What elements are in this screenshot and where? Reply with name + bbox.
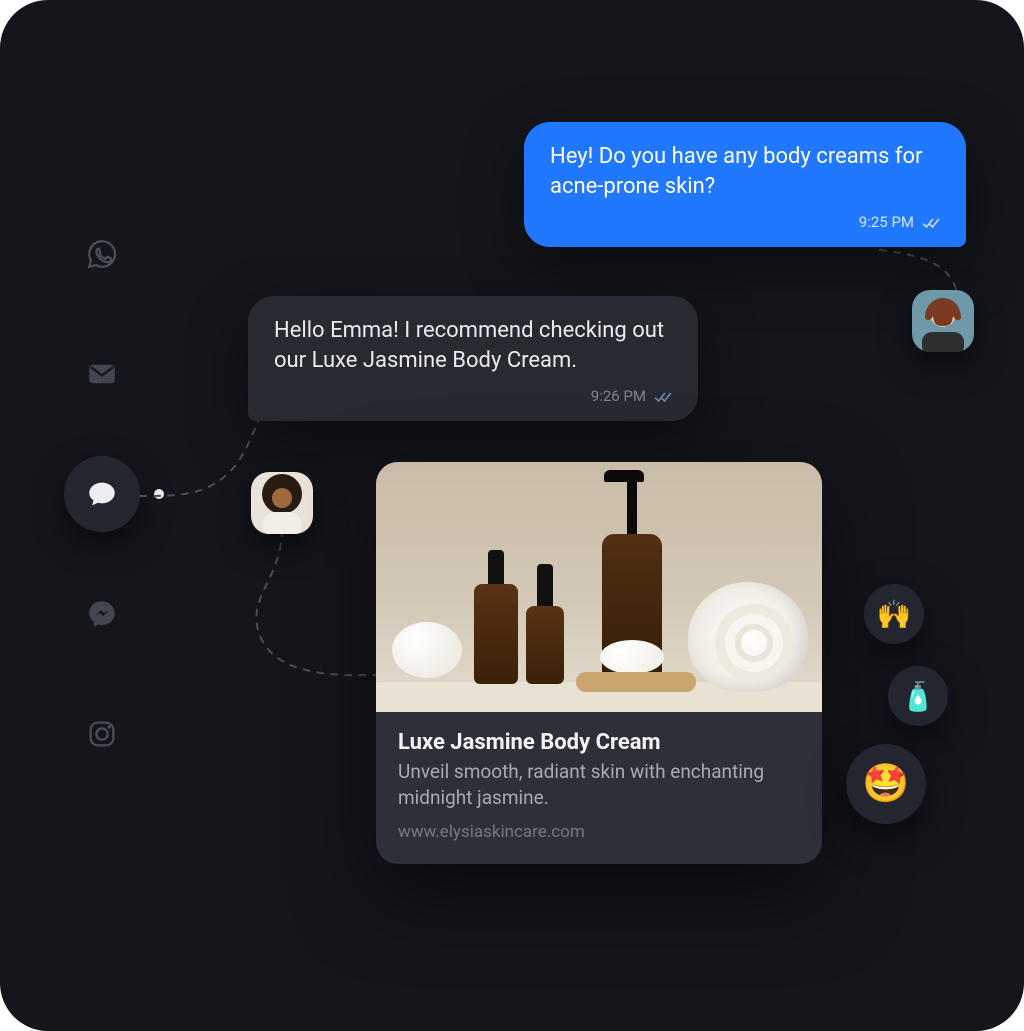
reaction-starstruck[interactable]: 🤩 xyxy=(846,744,926,824)
user-message-meta: 9:25 PM xyxy=(550,213,940,231)
channel-email[interactable] xyxy=(64,336,140,412)
product-card-image xyxy=(376,462,822,712)
customer-avatar[interactable] xyxy=(912,290,974,352)
channel-rail xyxy=(64,216,140,772)
user-message-time: 9:25 PM xyxy=(859,213,914,231)
product-card-description: Unveil smooth, radiant skin with enchant… xyxy=(398,759,800,810)
reaction-hands[interactable]: 🙌 xyxy=(864,584,924,644)
channel-messenger[interactable] xyxy=(64,576,140,652)
agent-message-time: 9:26 PM xyxy=(591,387,646,405)
messenger-icon xyxy=(85,597,119,631)
read-receipt-icon xyxy=(922,216,940,228)
agent-message-bubble: Hello Emma! I recommend checking out our… xyxy=(248,296,698,421)
channel-chat[interactable] xyxy=(64,456,140,532)
connector-line xyxy=(242,530,392,690)
user-message-text: Hey! Do you have any body creams for acn… xyxy=(550,142,940,201)
instagram-icon xyxy=(85,717,119,751)
agent-message-meta: 9:26 PM xyxy=(274,387,672,405)
mail-icon xyxy=(85,357,119,391)
channel-instagram[interactable] xyxy=(64,696,140,772)
reaction-lotion[interactable]: 🧴 xyxy=(888,666,948,726)
agent-avatar[interactable] xyxy=(251,472,313,534)
chat-icon xyxy=(85,477,119,511)
user-message-bubble: Hey! Do you have any body creams for acn… xyxy=(524,122,966,247)
read-receipt-icon xyxy=(654,390,672,402)
whatsapp-icon xyxy=(85,237,119,271)
channel-whatsapp[interactable] xyxy=(64,216,140,292)
product-card[interactable]: Luxe Jasmine Body Cream Unveil smooth, r… xyxy=(376,462,822,864)
agent-message-text: Hello Emma! I recommend checking out our… xyxy=(274,316,672,375)
chat-showcase-panel: Hey! Do you have any body creams for acn… xyxy=(0,0,1024,1031)
product-card-title: Luxe Jasmine Body Cream xyxy=(398,730,800,755)
product-card-domain: www.elysiaskincare.com xyxy=(398,822,800,842)
